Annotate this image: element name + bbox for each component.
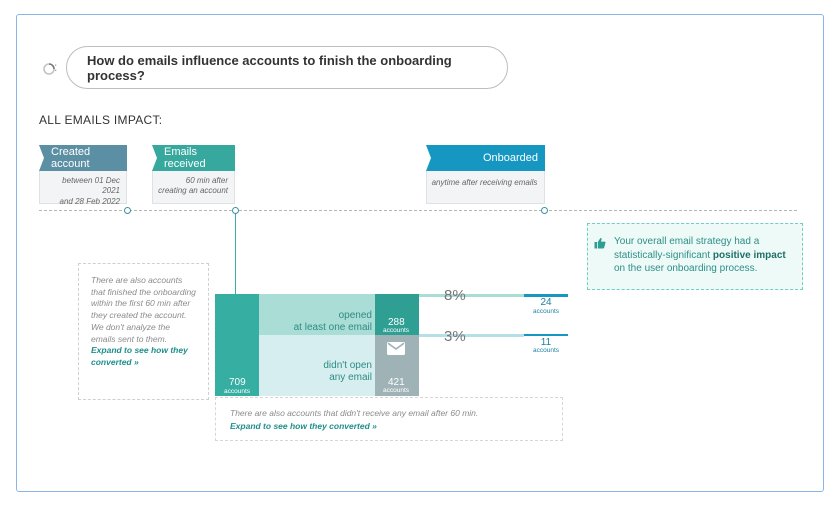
didnt-open-conversion-line (419, 334, 524, 337)
section-title: ALL EMAILS IMPACT: (39, 113, 163, 127)
opened-accounts-unit: accounts (383, 327, 410, 334)
didnt-open-onboarded-unit: accounts (532, 347, 560, 354)
total-accounts-value: 709 (229, 377, 246, 388)
tag-notch (39, 145, 44, 171)
label-line: at least one email (293, 321, 372, 333)
expand-early-onboarders-link[interactable]: Expand to see how they converted » (91, 345, 196, 368)
didnt-open-label: didn't open any email (288, 360, 372, 383)
detail-line: between 01 Dec 2021 (62, 176, 120, 196)
question-text: How do emails influence accounts to fini… (87, 52, 452, 83)
opened-conversion-line (419, 294, 524, 297)
no-email-accounts-note: There are also accounts that didn't rece… (215, 397, 563, 441)
milestone-created-account: Created account (39, 145, 127, 171)
didnt-open-conversion-rate: 3% (444, 328, 466, 345)
opened-onboarded-value: 24 (540, 297, 552, 308)
detail-line: and 28 Feb 2022 (59, 196, 121, 206)
note-text: There are also accounts that didn't rece… (230, 408, 479, 418)
tag-notch (152, 145, 157, 171)
insight-highlight: positive impact (712, 249, 786, 261)
timeline-node-received (232, 207, 239, 214)
envelope-icon (387, 342, 405, 355)
label-line: opened (338, 310, 372, 321)
opened-onboarded-unit: accounts (532, 308, 560, 315)
milestone-created-detail: between 01 Dec 2021 and 28 Feb 2022 (39, 171, 127, 206)
detail-line: anytime after receiving emails (431, 178, 538, 187)
didnt-open-accounts-unit: accounts (383, 387, 410, 394)
question-colon: : (54, 60, 58, 74)
milestone-label: Emails received (164, 146, 206, 170)
total-accounts-bar[interactable]: 709 accounts (215, 294, 259, 396)
label-line: any email (329, 371, 372, 383)
early-onboarders-note: There are also accounts that finished th… (78, 263, 209, 400)
question-box[interactable]: How do emails influence accounts to fini… (66, 46, 508, 89)
insight-text-after: on the user onboarding process. (614, 263, 758, 274)
opened-label: opened at least one email (288, 310, 372, 333)
expand-no-email-link[interactable]: Expand to see how they converted » (230, 420, 548, 433)
detail-line: 60 min after (185, 176, 228, 185)
insight-box: Your overall email strategy had a statis… (587, 223, 803, 290)
milestone-onboarded: Onboarded (426, 145, 545, 171)
milestone-received-detail: 60 min after creating an account (152, 171, 235, 204)
milestone-label: Onboarded (482, 152, 538, 164)
didnt-open-onboarded-bar[interactable] (524, 334, 568, 336)
thumbs-up-icon (594, 237, 606, 249)
opened-conversion-rate: 8% (444, 287, 466, 304)
received-connector-line (235, 214, 236, 296)
timeline-node-created (124, 207, 131, 214)
timeline-node-onboarded (541, 207, 548, 214)
milestone-emails-received: Emails received (152, 145, 235, 171)
timeline-line (39, 210, 797, 211)
milestone-label: Created account (51, 146, 91, 170)
total-accounts-unit: accounts (224, 388, 251, 395)
tag-notch (426, 145, 431, 171)
opened-accounts-bar[interactable]: 288 accounts (375, 294, 419, 335)
milestone-onboarded-detail: anytime after receiving emails (426, 171, 545, 204)
detail-line: creating an account (158, 186, 228, 196)
note-text: There are also accounts that finished th… (91, 275, 196, 344)
label-line: didn't open (323, 360, 372, 371)
